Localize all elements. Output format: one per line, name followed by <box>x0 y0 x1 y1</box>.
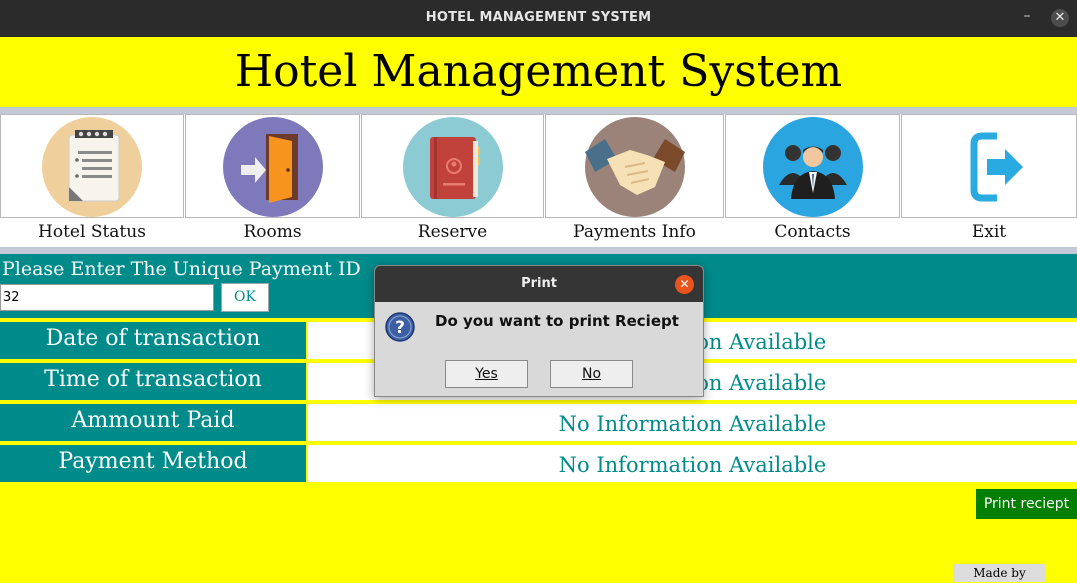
time-of-transaction-label: Time of transaction <box>0 363 306 400</box>
print-receipt-button[interactable]: Print reciept <box>976 489 1077 519</box>
nav-label-contacts: Contacts <box>774 222 851 242</box>
address-book-icon <box>402 117 503 217</box>
app-header: Hotel Management System <box>0 37 1077 107</box>
close-icon[interactable]: ✕ <box>1051 9 1069 27</box>
nav-label-exit: Exit <box>971 222 1007 242</box>
nav-label-rooms: Rooms <box>243 222 302 242</box>
print-dialog: Print ✕ ? Do you want to print Reciept Y… <box>374 265 704 397</box>
nav-label-payments-info: Payments Info <box>573 222 696 242</box>
amount-paid-value: No Information Available <box>308 404 1077 441</box>
nav-button-exit[interactable] <box>901 114 1077 218</box>
nav-label-reserve: Reserve <box>417 222 488 242</box>
nav-item-contacts[interactable]: Contacts <box>725 114 900 247</box>
dialog-close-icon[interactable]: ✕ <box>675 275 694 294</box>
nav-item-reserve[interactable]: Reserve <box>361 114 544 247</box>
exit-arrow-icon <box>939 117 1039 217</box>
door-enter-icon <box>222 117 323 217</box>
date-of-transaction-label: Date of transaction <box>0 322 306 359</box>
payment-id-prompt: Please Enter The Unique Payment ID <box>0 256 380 282</box>
credit-label: Made by Manish <box>953 564 1046 582</box>
handshake-icon <box>584 117 685 217</box>
payment-method-value: No Information Available <box>308 445 1077 482</box>
nav-button-contacts[interactable] <box>725 114 900 218</box>
nav-button-reserve[interactable] <box>361 114 544 218</box>
nav-item-rooms[interactable]: Rooms <box>185 114 360 247</box>
minimize-icon[interactable]: – <box>1020 9 1034 23</box>
divider <box>0 107 1077 114</box>
payment-method-label: Payment Method <box>0 445 306 482</box>
dialog-title: Print <box>375 266 703 302</box>
nav-item-payments-info[interactable]: Payments Info <box>545 114 724 247</box>
nav-button-rooms[interactable] <box>185 114 360 218</box>
svg-text:?: ? <box>395 318 405 338</box>
no-button-label: No <box>581 366 602 382</box>
people-group-icon <box>762 117 863 217</box>
page-title: Hotel Management System <box>234 46 843 97</box>
clipboard-icon <box>42 117 142 217</box>
dialog-message: Do you want to print Reciept <box>435 312 679 330</box>
nav-item-hotel-status[interactable]: Hotel Status <box>0 114 184 247</box>
nav-button-payments-info[interactable] <box>545 114 724 218</box>
nav-button-hotel-status[interactable] <box>0 114 184 218</box>
yes-button-label: Yes <box>475 366 498 382</box>
window-title: HOTEL MANAGEMENT SYSTEM <box>425 10 652 25</box>
nav-bar: Hotel Status Rooms Reserve Payments Info… <box>0 114 1077 247</box>
nav-item-exit[interactable]: Exit <box>901 114 1077 247</box>
amount-paid-label: Ammount Paid <box>0 404 306 441</box>
divider <box>0 247 1077 254</box>
no-button[interactable]: No <box>550 360 633 388</box>
ok-button[interactable]: OK <box>221 283 269 312</box>
question-icon: ? <box>385 312 415 342</box>
window-titlebar: HOTEL MANAGEMENT SYSTEM – ✕ <box>0 0 1077 37</box>
yes-button[interactable]: Yes <box>445 360 528 388</box>
nav-label-hotel-status: Hotel Status <box>38 222 146 242</box>
payment-id-input[interactable]: 32 <box>0 284 214 311</box>
